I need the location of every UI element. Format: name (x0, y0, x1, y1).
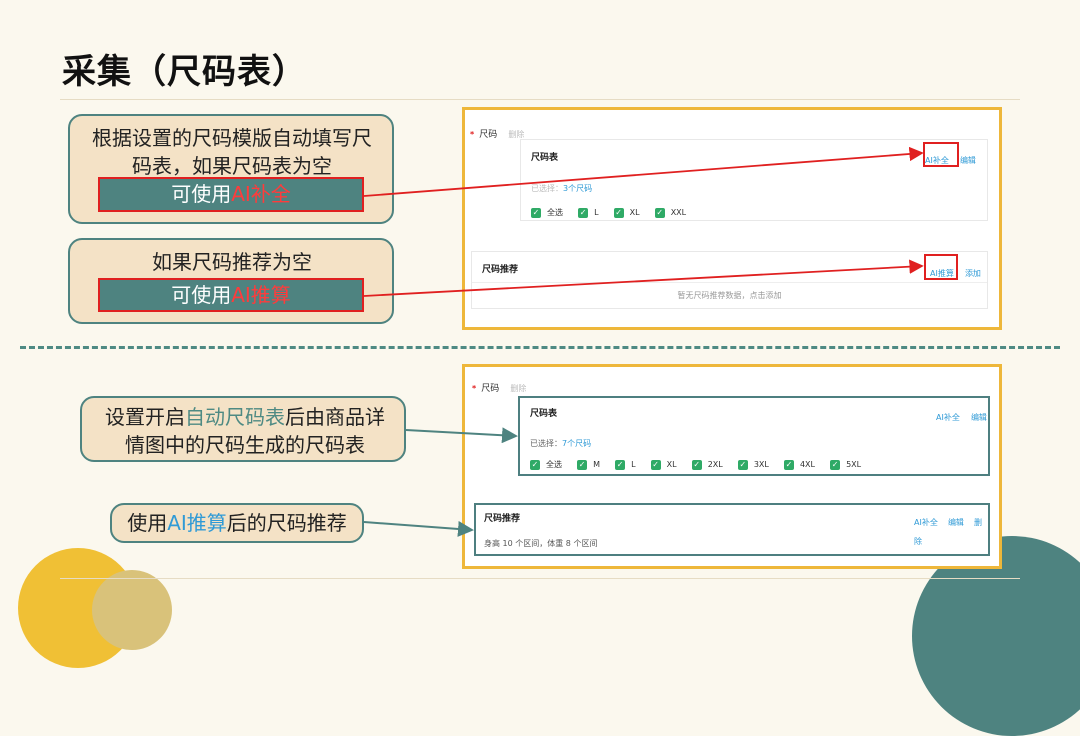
option-3xl: 3XL (753, 460, 769, 469)
option-select-all: 全选 (547, 208, 563, 217)
selected-count: 已选择：7个尺码 (530, 439, 592, 448)
callout-text: 使用AI推算后的尺码推荐 (127, 511, 347, 535)
size-recommend-title: 尺码推荐 (482, 265, 519, 275)
highlight-prefix: 可使用 (171, 283, 232, 307)
title-divider (60, 99, 1020, 100)
callout-text: 根据设置的尺码模版自动填写尺码表，如果尺码表为空 (92, 126, 372, 178)
size-recommend-title: 尺码推荐 (484, 514, 521, 524)
option-select-all: 全选 (546, 460, 562, 469)
check-icon[interactable]: ✓ (613, 207, 624, 218)
option-m: M (593, 460, 600, 469)
callout-ai-calc-result: 使用AI推算后的尺码推荐 (110, 503, 364, 543)
ai-fill-button[interactable]: AI补全 (936, 413, 960, 422)
check-icon[interactable]: ✓ (577, 459, 588, 470)
footer-divider (60, 578, 1020, 579)
callout-text: 如果尺码推荐为空 (152, 250, 312, 274)
check-icon[interactable]: ✓ (783, 459, 794, 470)
option-4xl: 4XL (799, 460, 815, 469)
recommend-summary: 身高 10 个区间，体重 8 个区间 (484, 539, 598, 548)
callout-highlight-ai-calc: 可使用AI推算 (98, 278, 364, 312)
highlight-ai-calc: AI推算 (231, 283, 291, 307)
edit-button[interactable]: 编辑 (971, 413, 987, 422)
callout-highlight-ai-fill: 可使用AI补全 (98, 177, 364, 212)
callout-auto-size-table: 设置开启自动尺码表后由商品详情图中的尺码生成的尺码表 (80, 396, 406, 462)
size-table-actions: AI补全 编辑 (936, 405, 987, 424)
option-5xl: 5XL (846, 460, 862, 469)
callout-text: 设置开启自动尺码表后由商品详情图中的尺码生成的尺码表 (105, 405, 385, 457)
size-section-label: * 尺码 删除 (470, 130, 525, 140)
size-table-title: 尺码表 (530, 409, 558, 419)
highlight-prefix: 可使用 (171, 182, 232, 206)
size-table-card: 尺码表 AI补全 编辑 已选择：7个尺码 ✓ 全选 ✓ M ✓ L ✓ XL ✓ 2XL … (518, 396, 990, 476)
section-delete-link[interactable]: 删除 (510, 384, 526, 393)
check-icon[interactable]: ✓ (531, 207, 541, 218)
check-icon[interactable]: ✓ (615, 459, 626, 470)
option-xl: XL (666, 460, 677, 469)
size-options: ✓ 全选 ✓ M ✓ L ✓ XL ✓ 2XL ✓ 3XL ✓ 4XL ✓ 5XL (530, 454, 871, 473)
arrow-ai-calc-result (363, 520, 474, 537)
section-divider (20, 346, 1060, 349)
edit-button[interactable]: 编辑 (948, 518, 964, 527)
card-divider (472, 282, 987, 283)
option-2xl: 2XL (707, 460, 723, 469)
highlight-ai-fill: AI补全 (231, 182, 291, 206)
size-recommend-card: 尺码推荐 AI补全 编辑 删除 身高 10 个区间，体重 8 个区间 (474, 503, 990, 556)
section-delete-link[interactable]: 删除 (508, 130, 524, 139)
size-table-card: 尺码表 AI补全 编辑 已选择：3个尺码 ✓ 全选 ✓ L ✓ XL ✓ XXL (520, 139, 988, 221)
check-icon[interactable]: ✓ (654, 207, 665, 218)
option-xxl: XXL (670, 208, 687, 217)
size-recommend-card: 尺码推荐 AI推算 添加 暂无尺码推荐数据，点击添加 (471, 251, 988, 309)
add-button[interactable]: 添加 (965, 269, 981, 278)
check-icon[interactable]: ✓ (578, 207, 589, 218)
option-l: L (594, 208, 599, 217)
ai-fill-highlight-box (923, 142, 959, 167)
check-icon[interactable]: ✓ (830, 459, 841, 470)
edit-button[interactable]: 编辑 (960, 156, 976, 165)
ai-fill-button[interactable]: AI补全 (914, 518, 938, 527)
ai-calc-highlight-box (924, 254, 958, 280)
selected-count: 已选择：3个尺码 (531, 184, 593, 193)
page-title: 采集（尺码表） (62, 52, 307, 92)
check-icon[interactable]: ✓ (691, 459, 702, 470)
size-options: ✓ 全选 ✓ L ✓ XL ✓ XXL (531, 202, 696, 221)
option-l: L (631, 460, 636, 469)
option-xl: XL (629, 208, 640, 217)
check-icon[interactable]: ✓ (737, 459, 748, 470)
empty-recommend-text[interactable]: 暂无尺码推荐数据，点击添加 (472, 290, 987, 301)
size-table-title: 尺码表 (531, 153, 559, 163)
decor-circle-tan (92, 570, 172, 650)
size-recommend-actions: AI补全 编辑 删除 (914, 510, 988, 548)
size-section-label: * 尺码 删除 (472, 384, 527, 394)
check-icon[interactable]: ✓ (530, 459, 540, 470)
check-icon[interactable]: ✓ (650, 459, 661, 470)
